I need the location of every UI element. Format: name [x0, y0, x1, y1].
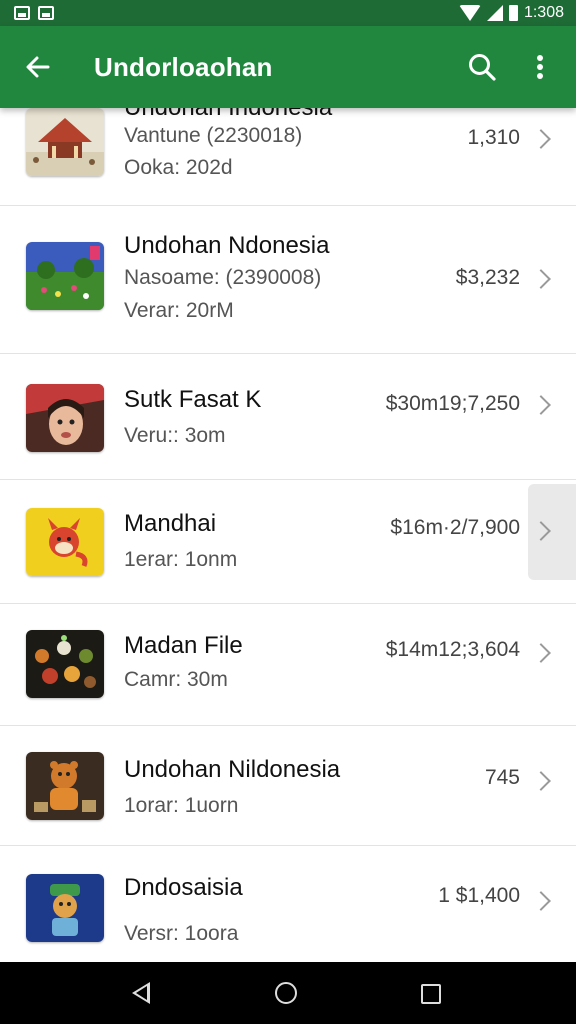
list-item[interactable]: Madan File Camr: 30m $14m12;3,604 [0, 604, 576, 726]
search-button[interactable] [462, 47, 502, 87]
search-icon [469, 54, 496, 81]
item-detail: Ooka: 202d [124, 156, 233, 179]
download-notification-icon [38, 6, 54, 20]
item-title: Undohan Ndonesia [124, 232, 330, 259]
item-price: $16m·2/7,900 [390, 516, 520, 539]
food-plate-icon [26, 630, 104, 698]
battery-icon [508, 5, 518, 21]
bear-character-icon [26, 752, 104, 820]
status-time: 1:308 [523, 4, 564, 21]
back-button[interactable] [18, 47, 58, 87]
wifi-icon [458, 5, 481, 21]
page-title: Undorloaohan [94, 51, 273, 82]
cartoon-fox-icon [26, 508, 104, 576]
chevron-right-icon [531, 643, 551, 663]
chef-character-icon [26, 874, 104, 942]
list-item[interactable]: Undohan Nildonesia 1orar: 1uorn 745 [0, 726, 576, 846]
gallery-notification-icon [14, 6, 30, 20]
list-item[interactable]: Dndosaisia Versr: 1oora 1 $1,400 [0, 846, 576, 962]
chevron-right-icon [531, 129, 551, 149]
more-options-button[interactable] [520, 47, 560, 87]
list-item[interactable]: Sutk Fasat K Veru:: 3om $30m19;7,250 [0, 354, 576, 480]
item-detail: 1orar: 1uorn [124, 794, 239, 817]
item-price: $3,232 [455, 266, 520, 289]
chevron-right-icon [531, 891, 551, 911]
item-price: $14m12;3,604 [385, 638, 520, 661]
item-price: $30m19;7,250 [385, 392, 520, 415]
nav-home-icon[interactable] [275, 982, 297, 1004]
chevron-right-icon [531, 771, 551, 791]
item-detail: Veru:: 3om [124, 424, 226, 447]
item-price: 1 $1,400 [438, 884, 520, 907]
list-item[interactable]: Undohan Indonesia Vantune (2230018) Ooka… [0, 108, 576, 206]
portrait-icon [26, 384, 104, 452]
item-title: Undohan Nildonesia [124, 756, 341, 783]
download-list[interactable]: Undohan Indonesia Vantune (2230018) Ooka… [0, 108, 576, 962]
garden-scene-icon [26, 242, 104, 310]
more-vert-icon [537, 55, 543, 79]
nav-back-icon[interactable] [132, 982, 150, 1004]
item-price: 1,310 [467, 126, 520, 149]
app-bar: Undorloaohan [0, 26, 576, 108]
item-title: Dndosaisia [124, 874, 243, 901]
chevron-right-icon [531, 269, 551, 289]
pavilion-icon [26, 108, 104, 176]
item-title: Madan File [124, 632, 243, 659]
item-detail: Verar: 20rM [124, 299, 234, 322]
item-detail: 1erar: 1onm [124, 548, 238, 571]
list-item[interactable]: Undohan Ndonesia Nasoame: (2390008) Vera… [0, 206, 576, 354]
item-title: Mandhai [124, 510, 217, 537]
nav-recents-icon[interactable] [421, 984, 441, 1004]
item-title: Undohan Indonesia [124, 108, 332, 122]
system-nav-bar [0, 962, 576, 1024]
item-detail: Nasoame: (2390008) [124, 266, 322, 289]
chevron-right-icon [531, 395, 551, 415]
item-title: Sutk Fasat K [124, 386, 262, 413]
item-detail: Camr: 30m [124, 668, 228, 691]
item-detail: Versr: 1oora [124, 922, 239, 945]
list-item[interactable]: Mandhai 1erar: 1onm $16m·2/7,900 [0, 480, 576, 604]
item-price: 745 [484, 766, 520, 789]
item-detail: Vantune (2230018) [124, 124, 303, 147]
signal-icon [486, 5, 503, 21]
status-bar: 1:308 [0, 0, 576, 26]
arrow-left-icon [26, 56, 50, 78]
